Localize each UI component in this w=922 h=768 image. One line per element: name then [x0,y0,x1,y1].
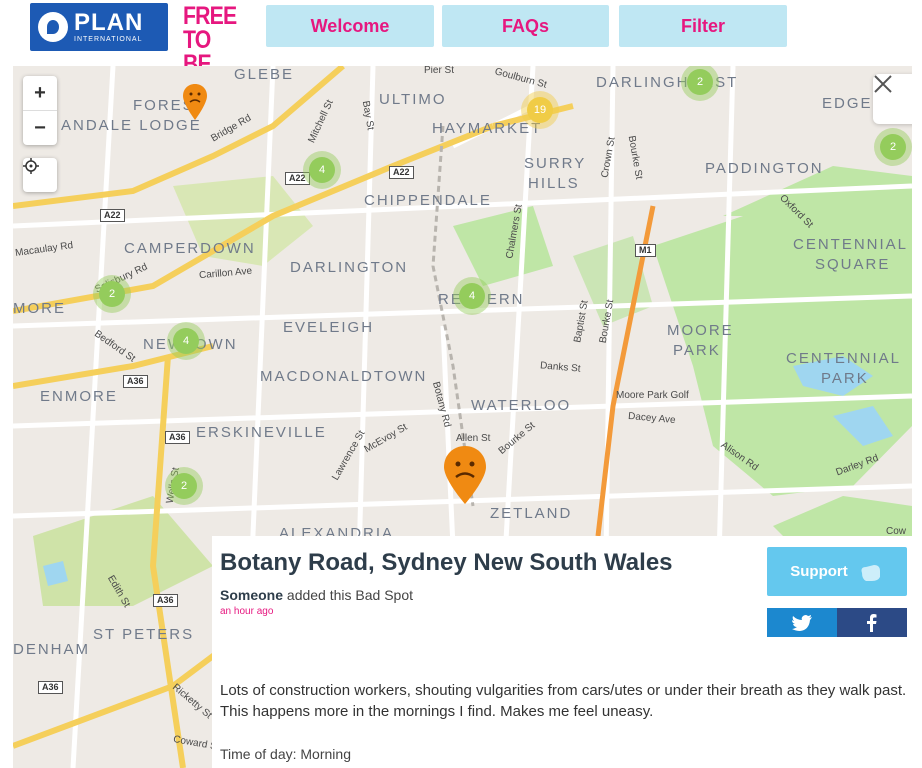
zoom-out-button[interactable]: − [23,111,57,145]
spot-time-ago: an hour ago [220,606,274,617]
spot-cluster[interactable]: 2 [99,281,125,307]
street-label: Moore Park Golf [616,390,689,401]
place-label: CENTENNIAL [793,236,909,253]
place-label: DARLINGTON [290,259,409,276]
spot-time-of-day: Time of day: Morning [220,746,351,762]
place-label: ULTIMO [379,91,447,108]
road-shield: A36 [165,431,190,444]
bad-spot-marker-icon[interactable] [181,82,209,122]
facebook-share-button[interactable] [837,608,907,637]
twitter-share-button[interactable] [767,608,837,637]
selected-bad-spot-marker-icon[interactable] [442,444,488,506]
spot-action: added this Bad Spot [286,587,414,603]
spot-description: Lots of construction workers, shouting v… [220,682,907,720]
street-label: Pier St [424,66,455,76]
road-shield: A22 [389,166,414,179]
place-label: PARK [673,342,721,359]
road-shield: A22 [100,209,125,222]
place-label: MOORE [667,322,734,339]
plan-logo-text: PLAN [74,9,144,36]
place-label: CHIPPENDALE [364,192,492,209]
place-label: ERSKINEVILLE [196,424,327,441]
zoom-in-button[interactable]: + [23,76,57,111]
nav-filter-button[interactable]: Filter [619,5,787,47]
plan-international-logo[interactable]: PLAN INTERNATIONAL [30,3,168,51]
locate-me-button[interactable] [23,158,57,192]
nav-faqs-button[interactable]: FAQs [442,5,609,47]
place-label: PADDINGTON [705,160,824,177]
plan-logo-subtext: INTERNATIONAL [74,36,143,43]
site-header: PLAN INTERNATIONAL FREE TO BE Welcome FA… [0,0,922,77]
spot-cluster[interactable]: 2 [687,69,713,95]
place-label: SURRY [524,155,587,172]
spot-cluster[interactable]: 19 [527,97,553,123]
plan-globe-icon [38,12,68,42]
place-label: EVELEIGH [283,319,375,336]
place-label: MORE [13,300,66,317]
street-label: Allen St [456,433,491,444]
spot-cluster[interactable]: 4 [309,157,335,183]
place-label: PARK [821,370,869,387]
place-label: DENHAM [13,641,91,658]
place-label: GLEBE [234,66,295,83]
place-label: ENMORE [40,388,118,405]
spot-cluster[interactable]: 2 [171,473,197,499]
place-label: SQUARE [815,256,891,273]
place-label: CENTENNIAL [786,350,902,367]
road-shield: A36 [123,375,148,388]
spot-detail-panel: Botany Road, Sydney New South Wales Some… [212,536,922,768]
road-shield: A36 [153,594,178,607]
support-label: Support [790,563,848,580]
facebook-icon [867,613,877,632]
hand-wave-icon [861,564,880,581]
twitter-icon [792,614,812,631]
spot-cluster[interactable]: 2 [880,134,906,160]
place-label: HAYMARKET [432,120,543,137]
place-label: DARLINGHURST [596,74,739,91]
spot-cluster[interactable]: 4 [459,283,485,309]
close-panel-button[interactable] [873,74,912,124]
road-shield: M1 [635,244,656,257]
road-shield: A36 [38,681,63,694]
place-label: HILLS [528,175,580,192]
place-label: WATERLOO [471,397,572,414]
spot-title: Botany Road, Sydney New South Wales [220,549,673,576]
spot-author: Someone [220,587,284,603]
place-label: ST PETERS [93,626,195,643]
nav-welcome-button[interactable]: Welcome [266,5,434,47]
free-to-be-line1: FREE [183,2,237,30]
close-icon [874,75,892,93]
support-button[interactable]: Support [767,547,907,596]
road-shield: A22 [285,172,310,185]
place-label: CAMPERDOWN [124,240,256,257]
place-label: ZETLAND [490,505,573,522]
place-label: MACDONALDTOWN [260,368,428,385]
crosshair-icon [23,158,39,174]
spot-meta: Someone added this Bad Spot [220,587,413,603]
spot-cluster[interactable]: 4 [173,328,199,354]
zoom-control: + − [23,76,57,145]
